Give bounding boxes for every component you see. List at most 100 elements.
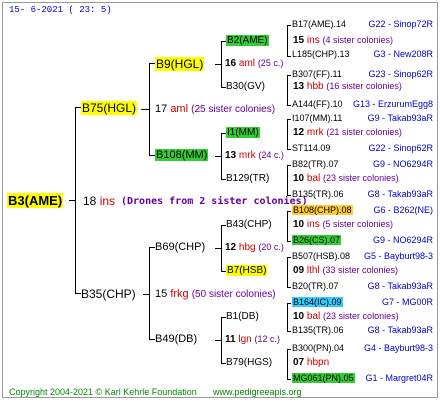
gen4-ref: G8 - Takab93aR [367,325,433,335]
gen4-id: B20(TR).07 [292,281,339,291]
connector [287,119,288,149]
gen3-c2-id: B7(HSB) [226,265,268,276]
gen3-a1-num: 15 [293,35,305,46]
gen4-row: B164(IC).09 [292,297,343,308]
gen2-b-info: 13 mrk (24 c.) [225,150,284,162]
connector [215,340,221,341]
gen4-row: MG061(PN).05 [292,373,355,384]
gen3-a1-queen: B2(AME) [226,35,269,47]
gen2-b-race: mrk [238,150,256,161]
connector [287,241,291,242]
connector [221,225,222,271]
gen2-a-id: B9(HGL) [155,57,205,71]
connector [141,109,149,110]
gen3-a1-info: 15 ins (4 sister colonies) [293,35,393,47]
gen4-id: B135(TR).06 [292,189,344,199]
connector [287,379,291,380]
pedigree-chart: 15- 6-2021 ( 23: 5) B3(AME) 18 ins (Dron… [2,2,438,398]
gen3-a2-note: (16 sister colonies) [326,81,402,91]
gen4-id: MG061(PN).05 [292,373,355,383]
gen2-c-race: hbg [238,242,256,253]
gen4-id: B26(CS).07 [292,235,342,245]
gen4-ref: G4 - Bayburt98-3 [363,343,433,353]
copyright-text: Copyright 2004-2021 © Karl Kehrle Founda… [9,387,197,397]
gen2-c-queen: B69(CHP) [155,241,205,254]
gen3-b2-num: 10 [293,173,305,184]
gen3-b2-info: 10 bal (23 sister colonies) [293,173,399,185]
gen3-c2-note: (33 sister colonies) [322,265,399,275]
gen4-row: B135(TR).06 [292,325,344,336]
gen1-top-id: B75(HGL) [81,101,138,115]
gen2-a-num: 16 [225,58,237,69]
gen2-c-id: B69(CHP) [155,241,206,253]
gen4-row: B300(PN).04 [292,343,344,354]
gen2-a-race: aml [238,58,256,69]
gen2-c-info: 12 hbg (20 c.) [225,242,284,254]
root-info: 18 ins [83,194,115,208]
connector [215,156,221,157]
gen3-d2-info: 07 hbpn [293,357,329,369]
gen3-a2-queen: B30(GV) [226,81,265,93]
gen2-d-info: 11 lgn (12 c.) [225,334,280,346]
root-queen: B3(AME) [7,193,64,209]
gen4-id: B507(HSB).08 [292,251,351,261]
root-note: (Drones from 2 sister colonies) [121,196,308,207]
gen1-bottom-info: 15 frkg (50 sister colonies) [155,288,276,301]
gen4-row: B82(TR).07 [292,159,339,170]
gen2-a-note: (25 c.) [257,58,284,68]
gen1-bottom-num: 15 [155,288,168,300]
gen3-b2-id: B129(TR) [226,173,270,184]
gen2-c-num: 12 [225,242,237,253]
root-num: 18 [83,194,97,208]
gen4-ref: G1 - Margret04R [365,373,433,383]
gen3-b1-info: 12 mrk (21 sister colonies) [293,127,402,139]
gen4-ref: G22 - Sinop62R [368,143,433,153]
gen4-id: A144(FF).10 [292,99,343,109]
gen1-bottom-race: frkg [170,288,189,300]
gen4-id: B108(CHP).08 [292,205,353,215]
gen3-d1-note: (23 sister colonies) [323,311,399,321]
gen3-b1-race: mrk [306,127,324,138]
connector [287,105,291,106]
gen2-d-race: lgn [238,334,252,345]
gen1-top-info: 17 aml (25 sister colonies) [155,103,275,116]
gen2-d-queen: B49(DB) [155,333,197,346]
gen4-ref: G6 - B262(NE) [373,205,433,215]
gen3-a2-race: hbb [306,81,324,92]
gen3-d1-queen: B1(DB) [226,311,259,323]
gen4-row: B307(FF).11 [292,69,342,80]
gen1-top-num: 17 [155,103,168,115]
gen4-row: B108(CHP).08 [292,205,353,216]
gen4-row: A144(FF).10 [292,99,343,110]
gen4-ref: G8 - Takab93aR [367,189,433,199]
gen3-d1-num: 10 [293,311,305,322]
gen4-id: B300(PN).04 [292,343,345,353]
connector [287,331,291,332]
gen1-top-race: aml [170,103,189,115]
website-link[interactable]: www.pedigreeapis.org [213,387,302,397]
gen4-id: B164(IC).09 [292,297,343,307]
gen4-row: L185(CHP).13 [292,49,350,60]
gen2-a-queen: B9(HGL) [155,57,205,71]
gen3-b1-id: I1(MM) [226,127,260,138]
gen3-c1-race: ins [306,219,320,230]
connector [69,200,75,201]
connector [287,211,291,212]
gen4-ref: G8 - Takab93aR [367,281,433,291]
gen4-ref: G5 - Bayburt98-3 [363,251,433,261]
connector [287,287,291,288]
gen3-b1-queen: I1(MM) [226,127,260,139]
gen3-c2-info: 09 lthl (33 sister colonies) [293,265,398,277]
gen4-row: B507(HSB).08 [292,251,350,262]
gen4-row: B26(CS).07 [292,235,342,246]
gen1-bottom-note: (50 sister colonies) [191,289,276,300]
gen2-b-queen: B108(MM) [155,149,209,162]
gen4-id: B307(FF).11 [292,69,342,79]
connector [287,75,291,76]
connector [75,107,76,293]
gen4-ref: G9 - NO6294R [372,159,433,169]
connector [287,56,291,57]
connector [287,303,291,304]
connector [287,303,288,331]
gen4-id: I107(MM).11 [292,113,343,123]
